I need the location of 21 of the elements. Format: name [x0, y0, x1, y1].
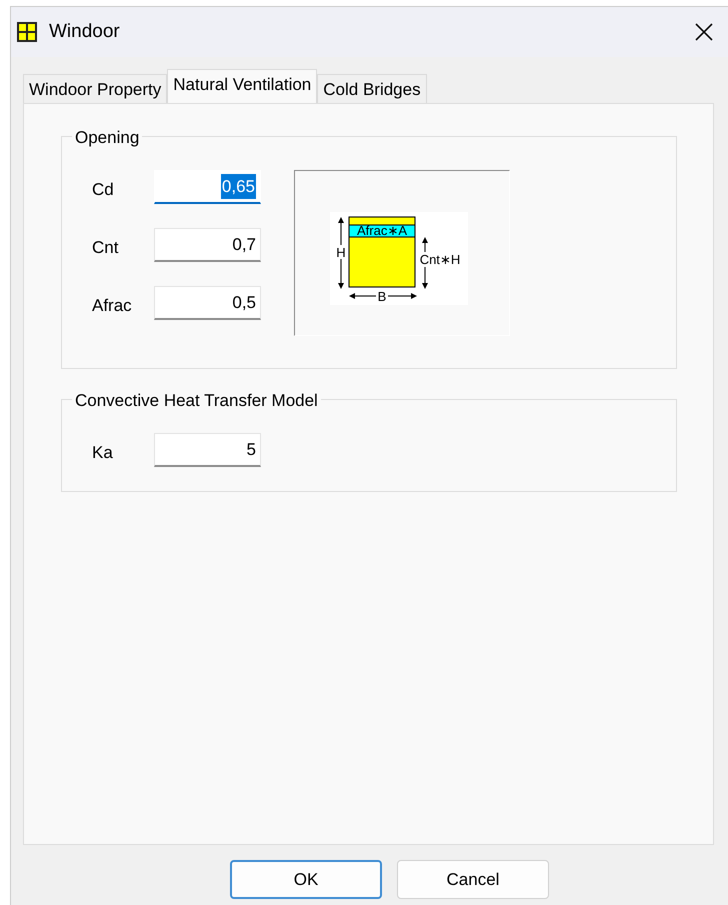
field-label: Ka: [92, 442, 114, 464]
tab[interactable]: Cold Bridges: [317, 74, 427, 103]
window-grid-icon: [17, 22, 37, 42]
input-field[interactable]: 0,5: [154, 286, 261, 320]
input-field[interactable]: 0,7: [154, 228, 261, 262]
height-arrow: [338, 216, 344, 288]
ok-button[interactable]: OK: [230, 860, 382, 899]
area-label: Afrac∗A: [357, 222, 407, 238]
cancel-button[interactable]: Cancel: [397, 860, 549, 899]
field-label: Cnt: [92, 237, 120, 260]
tab[interactable]: Windoor Property: [23, 74, 168, 103]
field-label: Cd: [92, 179, 115, 202]
tab[interactable]: Natural Ventilation: [167, 69, 318, 103]
window-title: Windoor: [49, 20, 121, 44]
width-label: B: [378, 288, 386, 304]
opening-label: Cnt∗H: [420, 252, 460, 266]
field-label: Afrac: [92, 295, 133, 318]
window-opening-drawing: [348, 216, 416, 287]
height-label: H: [336, 244, 346, 260]
input-field[interactable]: 0,65: [154, 170, 261, 204]
input-field[interactable]: 5: [154, 433, 261, 467]
